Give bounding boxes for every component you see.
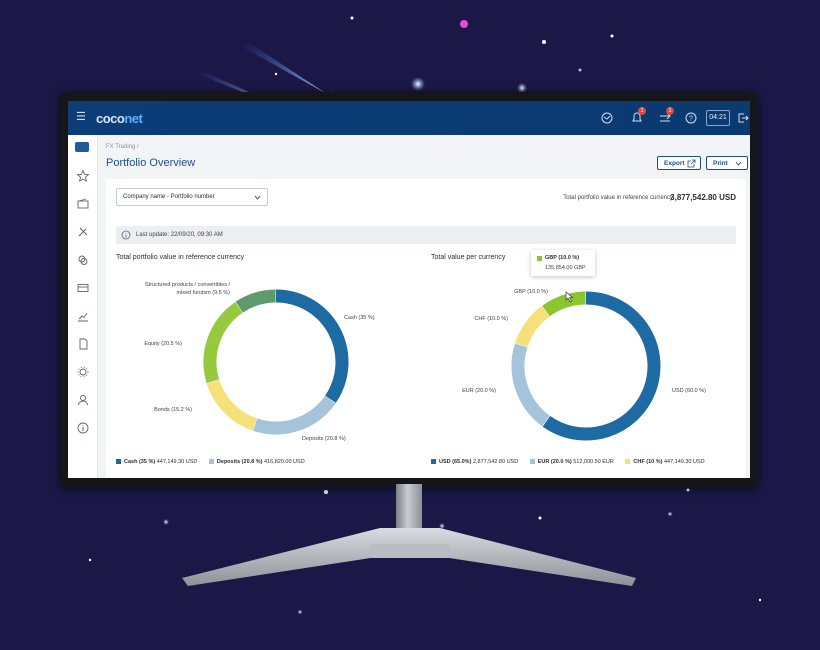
info-icon[interactable] xyxy=(76,421,90,435)
chart-tooltip: GBP (10.0 %) 135,854.00 GBP xyxy=(531,250,595,276)
star xyxy=(538,516,542,520)
legend-swatch xyxy=(116,459,121,465)
star xyxy=(411,77,425,91)
legend-name: USD (65.0%) xyxy=(439,459,472,465)
page-title: Portfolio Overview xyxy=(106,157,196,169)
star xyxy=(667,511,673,517)
donut-slice[interactable] xyxy=(253,395,336,435)
card-icon[interactable] xyxy=(76,281,90,295)
sidebar xyxy=(68,135,98,478)
wallet-icon[interactable] xyxy=(76,197,90,211)
star xyxy=(274,72,278,76)
svg-text:?: ? xyxy=(689,116,693,123)
donut-slice[interactable] xyxy=(511,343,551,427)
legend-name: EUR (20.0 %) xyxy=(537,459,572,465)
star xyxy=(350,16,354,20)
legend-amount: 447,149.30 USD xyxy=(156,459,198,465)
document-icon[interactable] xyxy=(76,337,90,351)
legend-name: Deposits (20.8 %) xyxy=(216,459,263,465)
slice-label: CHF (10.0 %) xyxy=(474,316,508,322)
legend-item: Cash (35 %) 447,149.30 USD xyxy=(116,459,197,465)
star xyxy=(610,34,614,38)
slice-label: Deposits (20.8 %) xyxy=(302,436,346,442)
top-navigation-bar: ☰ coconet 1 1 ? 04:21 xyxy=(68,101,750,135)
logo-text-primary: coco xyxy=(96,111,125,126)
app-screen: ☰ coconet 1 1 ? 04:21 FX Trading / Portf… xyxy=(68,101,750,478)
legend-reference: Cash (35 %) 447,149.30 USD Deposits (20.… xyxy=(116,459,315,465)
export-button-label: Export xyxy=(664,160,685,167)
legend-swatch xyxy=(208,459,214,465)
sidebar-item-dashboard[interactable] xyxy=(75,142,89,152)
app-logo[interactable]: coconet xyxy=(96,111,143,126)
donut-slice[interactable] xyxy=(203,302,243,384)
legend-currency: USD (65.0%) 2,877,542.80 USD EUR (20.0 %… xyxy=(431,459,715,465)
legend-item: EUR (20.0 %) 512,000.50 EUR xyxy=(529,459,614,465)
help-icon[interactable]: ? xyxy=(684,111,698,125)
monitor-stand-base xyxy=(182,528,636,586)
star xyxy=(324,490,328,494)
donut-slice[interactable] xyxy=(275,289,349,403)
tooltip-name: GBP (10.0 %) xyxy=(545,255,580,261)
legend-amount: 416,820.00 USD xyxy=(264,459,305,465)
star xyxy=(686,488,690,492)
donut-charts: Cash (35 %) Deposits (20.8 %) Bonds (15.2 … xyxy=(144,282,706,442)
session-timer: 04:21 xyxy=(706,110,730,126)
star xyxy=(542,40,546,44)
logo-text-accent: net xyxy=(124,111,143,126)
star xyxy=(297,609,303,615)
breadcrumb[interactable]: FX Trading / xyxy=(106,144,139,150)
export-icon xyxy=(687,159,696,168)
tooltip-swatch xyxy=(537,256,542,261)
chevron-down-icon xyxy=(735,161,742,166)
tools-icon[interactable] xyxy=(76,225,90,239)
star xyxy=(163,519,169,525)
coins-icon[interactable] xyxy=(76,253,90,267)
globe-icon[interactable] xyxy=(600,111,614,125)
legend-swatch xyxy=(529,459,535,465)
legend-amount: 2,877,542.80 USD xyxy=(472,459,519,465)
donut-slice[interactable] xyxy=(235,289,276,313)
donut-slice[interactable] xyxy=(515,306,550,348)
star-icon[interactable] xyxy=(76,169,90,183)
slice-label: Bonds (15.2 %) xyxy=(154,407,192,413)
legend-swatch xyxy=(625,459,631,465)
star xyxy=(578,68,582,72)
donut-slice[interactable] xyxy=(206,379,257,431)
print-button-label: Print xyxy=(713,160,728,167)
donut-slice[interactable] xyxy=(542,291,661,441)
notification-badge: 1 xyxy=(638,107,646,115)
legend-item: CHF (10 %) 447,149.30 USD xyxy=(625,459,705,465)
portfolio-card: Company name - Portfolio number Total po… xyxy=(106,179,746,478)
legend-amount: 512,000.50 EUR xyxy=(573,459,614,465)
slice-label: Structured products / convertibles / xyxy=(145,282,230,288)
legend-name: Cash (35 %) xyxy=(124,459,156,465)
legend-item: USD (65.0%) 2,877,542.80 USD xyxy=(431,459,518,465)
settings-icon[interactable] xyxy=(76,365,90,379)
menu-icon[interactable]: ☰ xyxy=(76,112,88,123)
legend-amount: 447,149.30 USD xyxy=(663,459,705,465)
export-button[interactable]: Export xyxy=(657,156,701,170)
slice-label: EUR (20.0 %) xyxy=(462,388,496,394)
chart-icon[interactable] xyxy=(76,309,90,323)
slice-label: USD (60.0 %) xyxy=(672,388,706,394)
slice-label: Equity (20.5 %) xyxy=(144,341,182,347)
legend-name: CHF (10 %) xyxy=(633,459,663,465)
trade-badge: 1 xyxy=(666,107,674,115)
star xyxy=(88,558,92,562)
slice-label: Cash (35 %) xyxy=(344,315,375,321)
legend-swatch xyxy=(431,459,436,465)
print-button[interactable]: Print xyxy=(706,156,748,170)
main-content: FX Trading / Portfolio Overview Export P… xyxy=(98,135,750,478)
legend-item: Deposits (20.8 %) 416,820.00 USD xyxy=(208,459,305,465)
tooltip-amount: 135,854.00 GBP xyxy=(545,265,586,271)
star xyxy=(758,598,762,602)
logout-icon[interactable] xyxy=(736,111,750,125)
star xyxy=(460,20,468,28)
slice-label: GBP (10.0 %) xyxy=(514,289,548,295)
slice-label: mixed fundsm (9.5 %) xyxy=(177,290,231,296)
user-icon[interactable] xyxy=(76,393,90,407)
